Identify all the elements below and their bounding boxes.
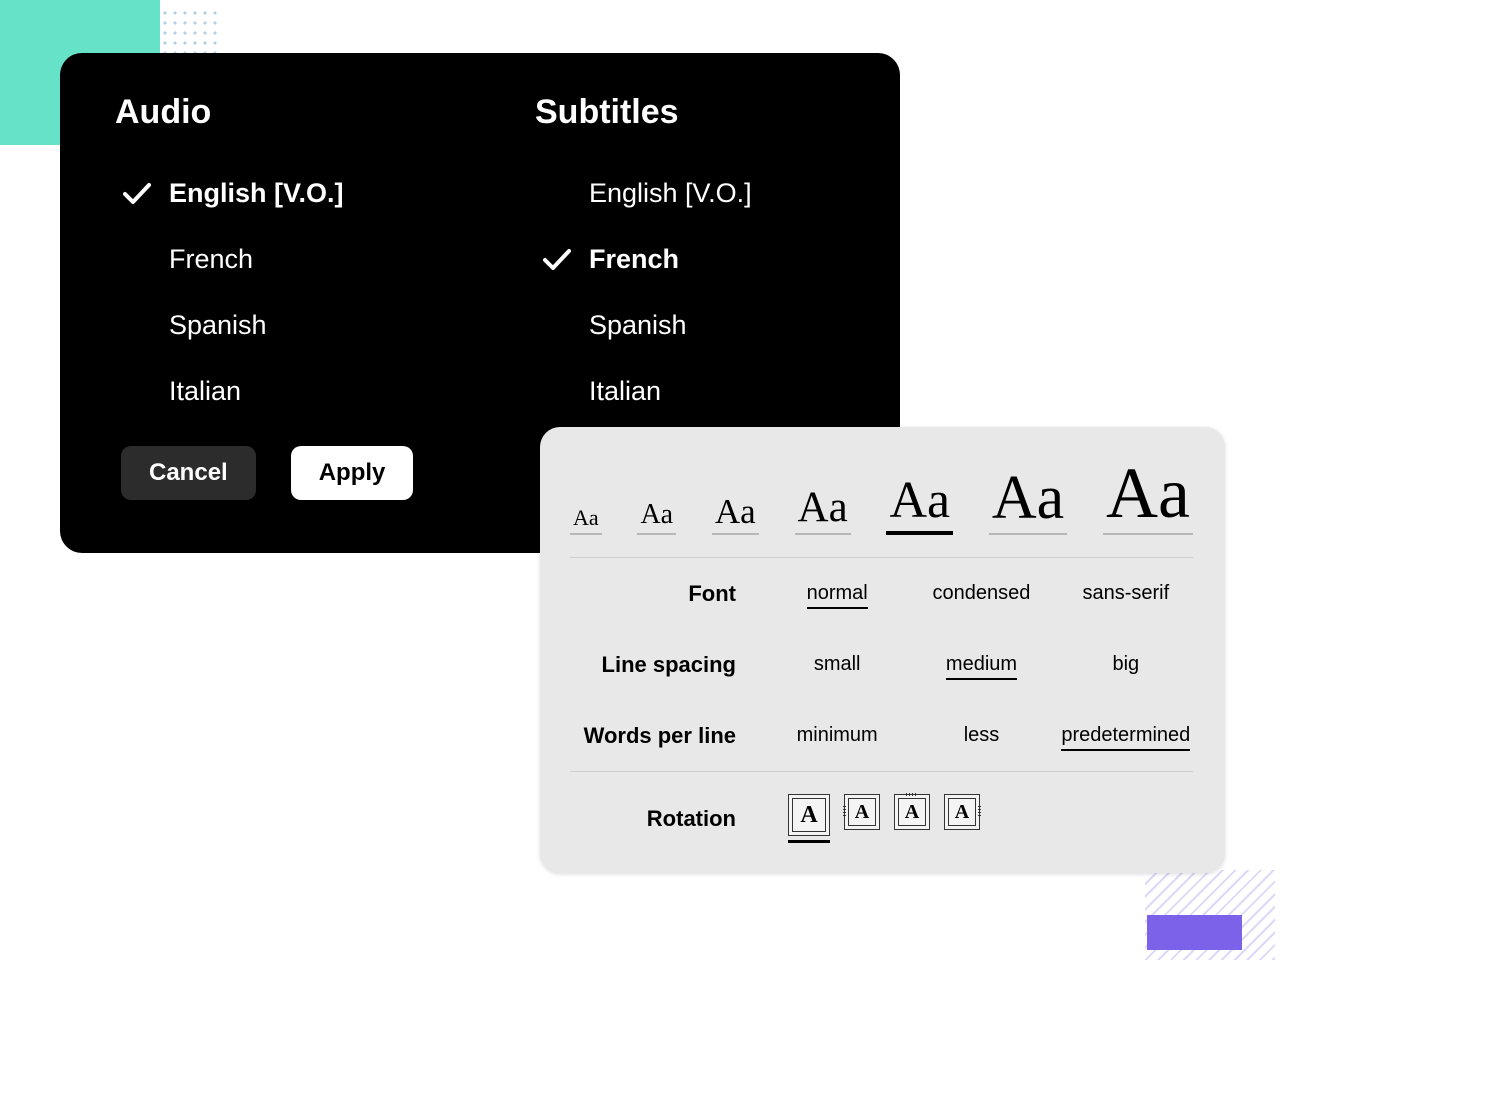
wpl-option-less[interactable]: less [914,718,1048,753]
audio-option-french[interactable]: French [115,226,425,292]
font-size-1[interactable]: Aa [570,507,602,535]
option-label: French [589,244,679,275]
rotation-icon: A [788,794,830,836]
decor-purple-bar [1147,915,1242,950]
text-settings-panel: Aa Aa Aa Aa Aa Aa Aa Font normal condens… [540,427,1225,873]
font-size-6[interactable]: Aa [989,467,1067,535]
line-spacing-label: Line spacing [570,652,760,678]
rotation-option-4[interactable]: A [944,794,980,843]
apply-button[interactable]: Apply [291,446,414,500]
check-icon [539,247,575,271]
words-per-line-row: Words per line minimum less predetermine… [570,700,1193,771]
rotation-icon: A [944,794,980,830]
font-option-condensed[interactable]: condensed [914,576,1048,611]
audio-heading: Audio [115,93,425,132]
rotation-icon: A [844,794,880,830]
check-icon [119,181,155,205]
subtitle-option-english[interactable]: English [V.O.] [535,160,845,226]
wpl-option-predetermined[interactable]: predetermined [1059,718,1193,753]
linespacing-option-medium[interactable]: medium [914,647,1048,682]
option-label: French [169,244,253,275]
wpl-option-minimum[interactable]: minimum [770,718,904,753]
option-label: Italian [169,376,241,407]
font-size-2[interactable]: Aa [637,501,676,535]
linespacing-option-big[interactable]: big [1059,647,1193,682]
option-label: Italian [589,376,661,407]
font-row: Font normal condensed sans-serif [570,558,1193,629]
option-label: Spanish [589,310,687,341]
linespacing-option-small[interactable]: small [770,647,904,682]
font-size-3[interactable]: Aa [712,494,759,535]
rotation-option-3[interactable]: A [894,794,930,843]
font-option-normal[interactable]: normal [770,576,904,611]
subtitle-option-spanish[interactable]: Spanish [535,292,845,358]
audio-option-english[interactable]: English [V.O.] [115,160,425,226]
cancel-button[interactable]: Cancel [121,446,256,500]
words-per-line-label: Words per line [570,723,760,749]
option-label: English [V.O.] [169,178,344,209]
line-spacing-row: Line spacing small medium big [570,629,1193,700]
audio-option-italian[interactable]: Italian [115,358,425,424]
rotation-icon: A [894,794,930,830]
rotation-row: Rotation A A A A [570,772,1193,843]
font-size-row: Aa Aa Aa Aa Aa Aa Aa [570,457,1193,558]
rotation-option-1[interactable]: A [788,794,830,843]
option-label: Spanish [169,310,267,341]
subtitle-option-italian[interactable]: Italian [535,358,845,424]
rotation-option-2[interactable]: A [844,794,880,843]
subtitle-option-french[interactable]: French [535,226,845,292]
font-label: Font [570,581,760,607]
font-size-5[interactable]: Aa [886,475,953,535]
font-size-4[interactable]: Aa [795,486,851,535]
subtitles-column: Subtitles English [V.O.] French Spanish [535,93,845,424]
option-label: English [V.O.] [589,178,752,209]
audio-column: Audio English [V.O.] French Spanish [115,93,425,424]
subtitles-heading: Subtitles [535,93,845,132]
font-size-7[interactable]: Aa [1103,457,1193,535]
font-option-sansserif[interactable]: sans-serif [1059,576,1193,611]
audio-option-spanish[interactable]: Spanish [115,292,425,358]
rotation-label: Rotation [570,806,760,832]
